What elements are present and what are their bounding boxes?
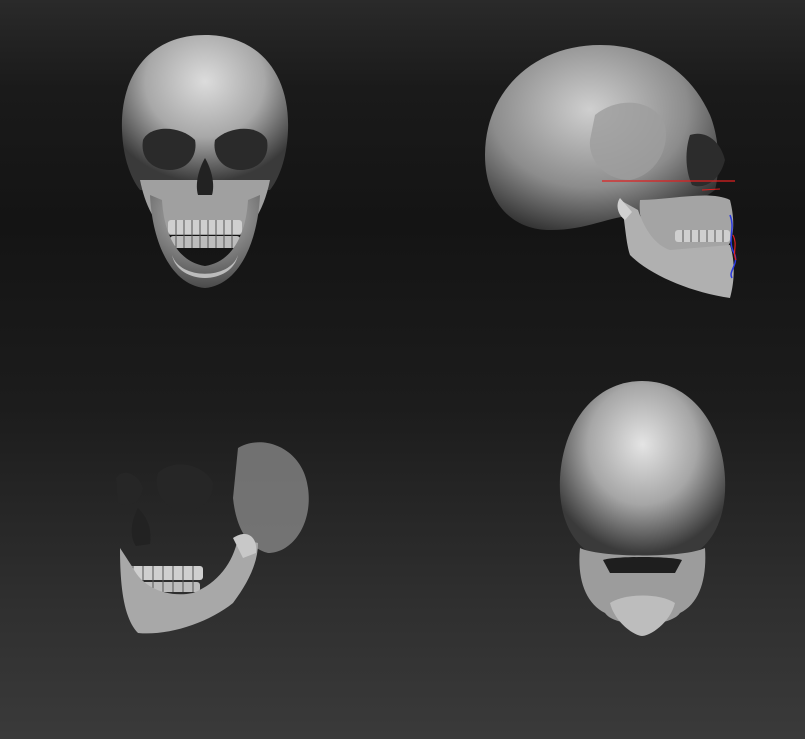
skull-three-quarter-view <box>108 378 323 640</box>
skull-back-view <box>555 378 730 640</box>
skull-front-view <box>110 30 300 300</box>
skull-side-view <box>480 40 770 305</box>
sculpt-viewport[interactable] <box>0 0 805 739</box>
